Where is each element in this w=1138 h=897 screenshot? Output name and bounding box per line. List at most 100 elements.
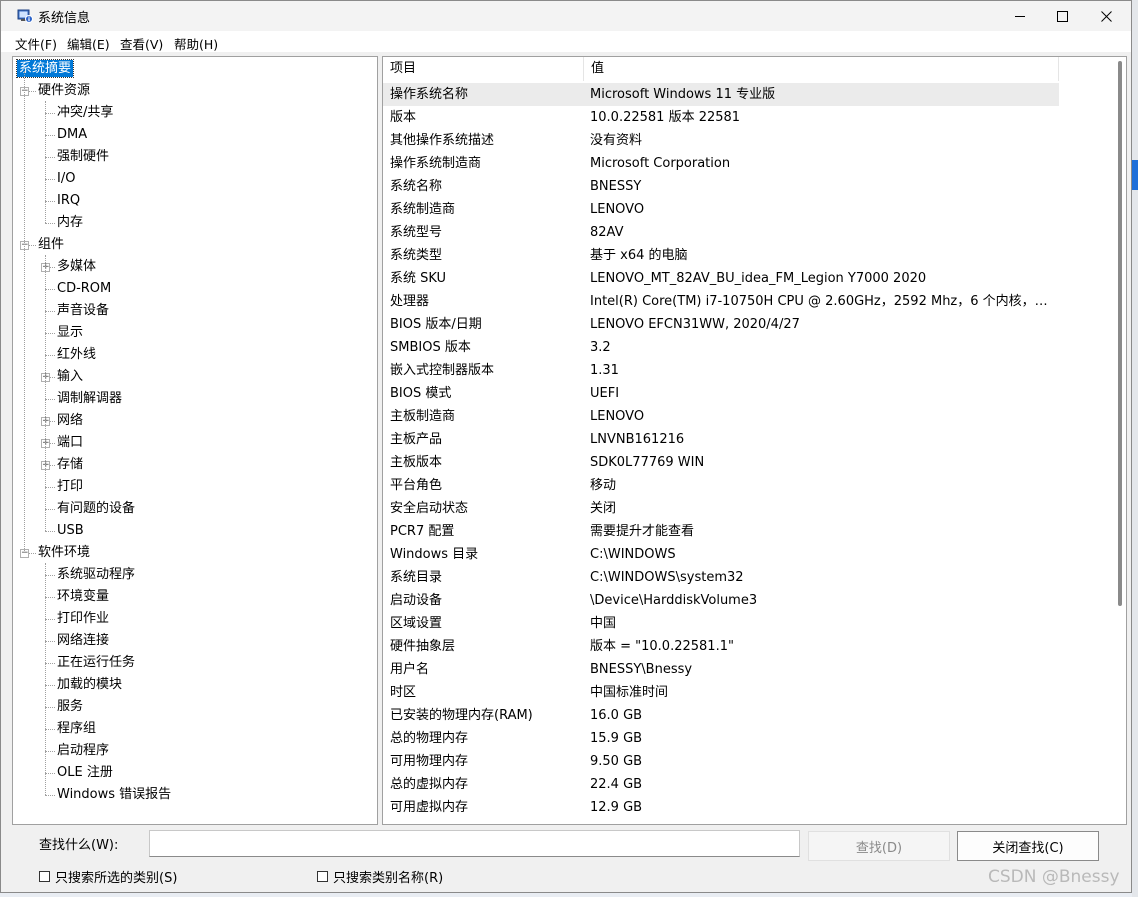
search-names-checkbox[interactable]: 只搜索类别名称(R) bbox=[317, 867, 443, 886]
tree-item[interactable]: 端口 bbox=[57, 433, 83, 453]
table-row[interactable]: 已安装的物理内存(RAM) 16.0 GB bbox=[383, 704, 1059, 727]
tree-item[interactable]: 启动程序 bbox=[57, 741, 109, 761]
tree-connector bbox=[45, 333, 55, 334]
table-row[interactable]: 版本 10.0.22581 版本 22581 bbox=[383, 106, 1059, 129]
maximize-button[interactable] bbox=[1039, 1, 1085, 31]
tree-item[interactable]: 输入 bbox=[57, 367, 83, 387]
row-value: 82AV bbox=[590, 225, 624, 240]
table-row[interactable]: SMBIOS 版本 3.2 bbox=[383, 336, 1059, 359]
table-row[interactable]: 嵌入式控制器版本 1.31 bbox=[383, 359, 1059, 382]
tree-connector bbox=[45, 509, 55, 510]
find-input[interactable] bbox=[149, 830, 800, 857]
tree-item[interactable]: 强制硬件 bbox=[57, 147, 109, 167]
search-selected-checkbox[interactable]: 只搜索所选的类别(S) bbox=[39, 867, 177, 886]
table-row[interactable]: 可用物理内存 9.50 GB bbox=[383, 750, 1059, 773]
table-row[interactable]: 启动设备 \Device\HarddiskVolume3 bbox=[383, 589, 1059, 612]
tree-item[interactable]: 多媒体 bbox=[57, 257, 96, 277]
table-row[interactable]: 主板版本 SDK0L77769 WIN bbox=[383, 451, 1059, 474]
tree-item[interactable]: OLE 注册 bbox=[57, 763, 113, 783]
tree-item[interactable]: 网络 bbox=[57, 411, 83, 431]
table-row[interactable]: 安全启动状态 关闭 bbox=[383, 497, 1059, 520]
tree-item[interactable]: 冲突/共享 bbox=[57, 103, 113, 123]
tree-item[interactable]: USB bbox=[57, 521, 84, 541]
table-row[interactable]: Windows 目录 C:\WINDOWS bbox=[383, 543, 1059, 566]
table-row[interactable]: 系统制造商 LENOVO bbox=[383, 198, 1059, 221]
menu-view[interactable]: 查看(V) bbox=[120, 34, 163, 53]
row-item: 系统类型 bbox=[390, 248, 443, 263]
tree-connector bbox=[45, 563, 46, 795]
row-value: C:\WINDOWS\system32 bbox=[590, 570, 744, 585]
table-row[interactable]: BIOS 版本/日期 LENOVO EFCN31WW, 2020/4/27 bbox=[383, 313, 1059, 336]
tree-item[interactable]: 环境变量 bbox=[57, 587, 109, 607]
tree-item[interactable]: 内存 bbox=[57, 213, 83, 233]
row-item: 操作系统制造商 bbox=[390, 156, 482, 171]
column-header-value[interactable]: 值 bbox=[584, 57, 1059, 81]
table-row[interactable]: PCR7 配置 需要提升才能查看 bbox=[383, 520, 1059, 543]
tree-item[interactable]: DMA bbox=[57, 125, 87, 145]
table-row[interactable]: 主板产品 LNVNB161216 bbox=[383, 428, 1059, 451]
table-row[interactable]: 用户名 BNESSY\Bnessy bbox=[383, 658, 1059, 681]
vertical-scrollbar[interactable] bbox=[1118, 61, 1122, 606]
table-row[interactable]: 区域设置 中国 bbox=[383, 612, 1059, 635]
tree-item[interactable]: 正在运行任务 bbox=[57, 653, 135, 673]
category-tree[interactable]: 系统摘要 硬件资源 − 冲突/共享 DMA 强制硬件 I/O IRQ 内存 组件 − 多媒体 + CD-… bbox=[12, 56, 378, 825]
table-row[interactable]: 处理器 Intel(R) Core(TM) i7-10750H CPU @ 2.6… bbox=[383, 290, 1059, 313]
tree-item[interactable]: 红外线 bbox=[57, 345, 96, 365]
menu-file[interactable]: 文件(F) bbox=[15, 34, 57, 53]
table-row[interactable]: 可用虚拟内存 12.9 GB bbox=[383, 796, 1059, 819]
table-row[interactable]: 主板制造商 LENOVO bbox=[383, 405, 1059, 428]
tree-item[interactable]: CD-ROM bbox=[57, 279, 111, 299]
tree-item[interactable]: 网络连接 bbox=[57, 631, 109, 651]
tree-connector bbox=[45, 223, 55, 224]
tree-item[interactable]: 打印 bbox=[57, 477, 83, 497]
title-bar[interactable]: 系统信息 bbox=[1, 1, 1131, 31]
close-button[interactable] bbox=[1083, 1, 1129, 31]
tree-item[interactable]: 组件 bbox=[38, 235, 64, 255]
search-selected-label: 只搜索所选的类别(S) bbox=[55, 871, 178, 886]
tree-connector bbox=[45, 575, 55, 576]
close-icon bbox=[1100, 10, 1112, 22]
table-row[interactable]: BIOS 模式 UEFI bbox=[383, 382, 1059, 405]
table-row[interactable]: 系统型号 82AV bbox=[383, 221, 1059, 244]
table-row[interactable]: 系统 SKU LENOVO_MT_82AV_BU_idea_FM_Legion Y… bbox=[383, 267, 1059, 290]
row-item: 可用物理内存 bbox=[390, 754, 469, 769]
table-row[interactable]: 操作系统名称 Microsoft Windows 11 专业版 bbox=[383, 83, 1059, 106]
minimize-button[interactable] bbox=[997, 1, 1043, 31]
tree-item[interactable]: Windows 错误报告 bbox=[57, 785, 171, 805]
row-value: 中国 bbox=[590, 616, 617, 631]
table-row[interactable]: 系统目录 C:\WINDOWS\system32 bbox=[383, 566, 1059, 589]
column-header-item[interactable]: 项目 bbox=[383, 57, 584, 81]
tree-item[interactable]: 有问题的设备 bbox=[57, 499, 135, 519]
row-item: 可用虚拟内存 bbox=[390, 800, 469, 815]
tree-item[interactable]: 调制解调器 bbox=[57, 389, 122, 409]
menu-help[interactable]: 帮助(H) bbox=[174, 34, 218, 53]
tree-item[interactable]: 软件环境 bbox=[38, 543, 90, 563]
tree-item[interactable]: 显示 bbox=[57, 323, 83, 343]
tree-item[interactable]: I/O bbox=[57, 169, 75, 189]
tree-item[interactable]: IRQ bbox=[57, 191, 80, 211]
tree-item[interactable]: 存储 bbox=[57, 455, 83, 475]
find-button[interactable]: 查找(D) bbox=[808, 831, 950, 861]
tree-item[interactable]: 打印作业 bbox=[57, 609, 109, 629]
table-row[interactable]: 系统类型 基于 x64 的电脑 bbox=[383, 244, 1059, 267]
table-row[interactable]: 硬件抽象层 版本 = "10.0.22581.1" bbox=[383, 635, 1059, 658]
tree-item[interactable]: 服务 bbox=[57, 697, 83, 717]
row-value: 中国标准时间 bbox=[590, 685, 669, 700]
tree-item[interactable]: 系统驱动程序 bbox=[57, 565, 135, 585]
row-value: \Device\HarddiskVolume3 bbox=[590, 593, 758, 608]
table-row[interactable]: 系统名称 BNESSY bbox=[383, 175, 1059, 198]
tree-item-system-summary[interactable]: 系统摘要 bbox=[15, 59, 75, 79]
table-row[interactable]: 操作系统制造商 Microsoft Corporation bbox=[383, 152, 1059, 175]
close-find-button[interactable]: 关闭查找(C) bbox=[957, 831, 1099, 861]
tree-item[interactable]: 程序组 bbox=[57, 719, 96, 739]
table-row[interactable]: 其他操作系统描述 没有资料 bbox=[383, 129, 1059, 152]
table-row[interactable]: 总的物理内存 15.9 GB bbox=[383, 727, 1059, 750]
table-row[interactable]: 平台角色 移动 bbox=[383, 474, 1059, 497]
menu-edit[interactable]: 编辑(E) bbox=[67, 34, 110, 53]
tree-item[interactable]: 声音设备 bbox=[57, 301, 109, 321]
tree-item[interactable]: 加载的模块 bbox=[57, 675, 122, 695]
table-row[interactable]: 总的虚拟内存 22.4 GB bbox=[383, 773, 1059, 796]
tree-item[interactable]: 硬件资源 bbox=[38, 81, 90, 101]
table-row[interactable]: 时区 中国标准时间 bbox=[383, 681, 1059, 704]
details-list[interactable]: 项目 值 操作系统名称 Microsoft Windows 11 专业版 版本 10.… bbox=[382, 56, 1127, 825]
